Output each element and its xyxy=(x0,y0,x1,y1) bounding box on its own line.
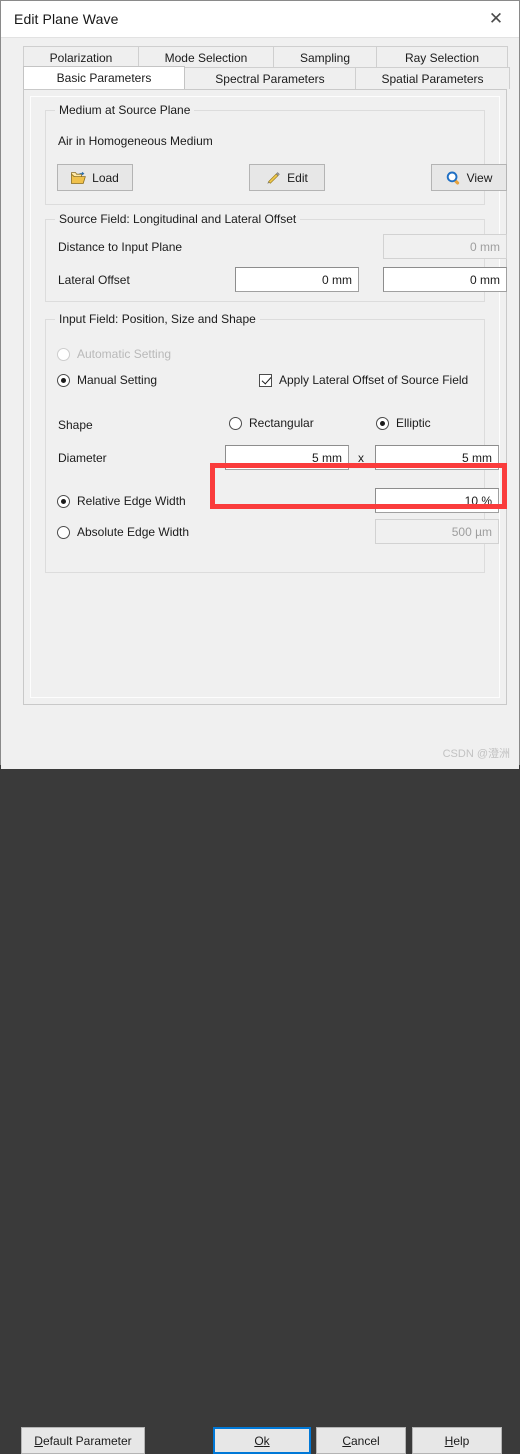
tab-ray-selection[interactable]: Ray Selection xyxy=(376,46,508,68)
group-title-offset: Source Field: Longitudinal and Lateral O… xyxy=(55,212,301,226)
radio-mark xyxy=(376,416,389,430)
radio-automatic-setting: Automatic Setting xyxy=(57,347,171,361)
radio-absolute-edge-width[interactable]: Absolute Edge Width xyxy=(57,525,189,539)
group-input-field: Input Field: Position, Size and Shape Au… xyxy=(45,312,499,573)
lateral-offset-label: Lateral Offset xyxy=(58,273,130,287)
relative-edge-width-input[interactable]: 10 % xyxy=(375,488,499,513)
watermark: CSDN @澄洲 xyxy=(442,748,510,760)
diameter-y-input[interactable]: 5 mm xyxy=(375,445,499,470)
default-parameter-label: efault Parameter xyxy=(42,1433,132,1448)
tab-label: Spectral Parameters xyxy=(215,71,325,86)
help-label: elp xyxy=(453,1433,470,1448)
tab-label: Mode Selection xyxy=(164,50,248,65)
close-icon[interactable]: ✕ xyxy=(473,1,519,37)
tab-pane-inner: Medium at Source Plane Air in Homogeneou… xyxy=(30,96,507,698)
cancel-button[interactable]: Cancel xyxy=(316,1427,406,1454)
default-parameter-button[interactable]: Default Parameter xyxy=(21,1427,145,1454)
tab-row-lower: Basic Parameters Spectral Parameters Spa… xyxy=(10,66,510,89)
edit-plane-wave-dialog: Edit Plane Wave ✕ Polarization Mode Sele… xyxy=(0,0,520,1454)
radio-label: Relative Edge Width xyxy=(77,494,186,508)
tab-sampling[interactable]: Sampling xyxy=(273,46,377,68)
absolute-edge-width-field: 500 µm xyxy=(375,519,499,544)
cancel-mnemonic: C xyxy=(342,1433,351,1448)
radio-mark xyxy=(229,416,242,430)
radio-label: Rectangular xyxy=(249,416,314,430)
open-folder-icon xyxy=(71,171,86,185)
group-source-field-offset: Source Field: Longitudinal and Lateral O… xyxy=(45,212,507,302)
ok-label: k xyxy=(263,1433,270,1448)
tab-polarization[interactable]: Polarization xyxy=(23,46,139,68)
lateral-offset-y-value: 0 mm xyxy=(470,272,500,287)
radio-mark xyxy=(57,494,70,508)
edit-button[interactable]: Edit xyxy=(249,164,325,191)
radio-label: Elliptic xyxy=(396,416,431,430)
cancel-label: ancel xyxy=(350,1433,380,1448)
diameter-x-value: 5 mm xyxy=(312,450,342,465)
radio-label: Absolute Edge Width xyxy=(77,525,190,539)
magnifier-icon xyxy=(446,171,461,185)
tab-control: Polarization Mode Selection Sampling Ray… xyxy=(10,46,510,705)
help-mnemonic: H xyxy=(444,1433,454,1448)
ok-mnemonic: O xyxy=(254,1433,264,1448)
radio-shape-rectangular[interactable]: Rectangular xyxy=(229,416,314,430)
lateral-offset-y-input[interactable]: 0 mm xyxy=(383,267,507,292)
medium-value-text: Air in Homogeneous Medium xyxy=(58,134,213,148)
help-button[interactable]: Help xyxy=(412,1427,502,1454)
window-title: Edit Plane Wave xyxy=(14,11,119,27)
tab-label: Spatial Parameters xyxy=(381,71,484,86)
tab-pane-basic-parameters: Medium at Source Plane Air in Homogeneou… xyxy=(23,89,507,705)
tab-label: Basic Parameters xyxy=(56,71,152,85)
diameter-separator: x xyxy=(358,451,364,465)
distance-to-input-plane-value: 0 mm xyxy=(470,239,500,254)
lateral-offset-x-input[interactable]: 0 mm xyxy=(235,267,359,292)
title-bar: Edit Plane Wave ✕ xyxy=(1,1,519,38)
checkbox-mark xyxy=(259,373,272,387)
checkbox-label: Apply Lateral Offset of Source Field xyxy=(279,373,469,387)
checkbox-apply-lateral-offset[interactable]: Apply Lateral Offset of Source Field xyxy=(259,373,468,387)
tab-label: Ray Selection xyxy=(404,50,480,65)
tab-spectral-parameters[interactable]: Spectral Parameters xyxy=(184,67,356,89)
radio-mark xyxy=(57,525,70,539)
diameter-x-input[interactable]: 5 mm xyxy=(225,445,349,470)
radio-manual-setting[interactable]: Manual Setting xyxy=(57,373,157,387)
pencil-icon xyxy=(266,171,281,185)
distance-to-input-plane-label: Distance to Input Plane xyxy=(58,240,183,254)
radio-label: Manual Setting xyxy=(77,373,158,387)
radio-shape-elliptic[interactable]: Elliptic xyxy=(376,416,431,430)
view-button-label: View xyxy=(466,170,493,185)
ok-button[interactable]: Ok xyxy=(213,1427,311,1454)
radio-mark xyxy=(57,373,70,387)
view-button[interactable]: View xyxy=(431,164,507,191)
tab-basic-parameters[interactable]: Basic Parameters xyxy=(23,66,185,89)
dialog-client-area: Polarization Mode Selection Sampling Ray… xyxy=(1,38,519,705)
dialog-footer: Default Parameter Ok Cancel Help CSDN @澄… xyxy=(1,705,519,1454)
radio-mark xyxy=(57,347,70,361)
radio-label: Automatic Setting xyxy=(77,347,172,361)
shape-label: Shape xyxy=(58,418,93,432)
relative-edge-width-value: 10 % xyxy=(464,493,492,508)
group-title-medium: Medium at Source Plane xyxy=(55,103,195,117)
tab-label: Sampling xyxy=(299,50,351,65)
tab-mode-selection[interactable]: Mode Selection xyxy=(138,46,274,68)
load-button-label: Load xyxy=(92,170,119,185)
group-medium-at-source-plane: Medium at Source Plane Air in Homogeneou… xyxy=(45,103,507,205)
lateral-offset-x-value: 0 mm xyxy=(322,272,352,287)
diameter-y-value: 5 mm xyxy=(462,450,492,465)
edit-button-label: Edit xyxy=(287,170,308,185)
tab-spatial-parameters[interactable]: Spatial Parameters xyxy=(355,67,510,89)
radio-relative-edge-width[interactable]: Relative Edge Width xyxy=(57,494,186,508)
distance-to-input-plane-field: 0 mm xyxy=(383,234,507,259)
diameter-label: Diameter xyxy=(58,451,107,465)
load-button[interactable]: Load xyxy=(57,164,133,191)
tab-row-upper: Polarization Mode Selection Sampling Ray… xyxy=(10,46,510,68)
tab-label: Polarization xyxy=(49,50,113,65)
default-parameter-mnemonic: D xyxy=(34,1433,43,1448)
absolute-edge-width-value: 500 µm xyxy=(451,524,492,539)
group-title-input-field: Input Field: Position, Size and Shape xyxy=(55,312,260,326)
